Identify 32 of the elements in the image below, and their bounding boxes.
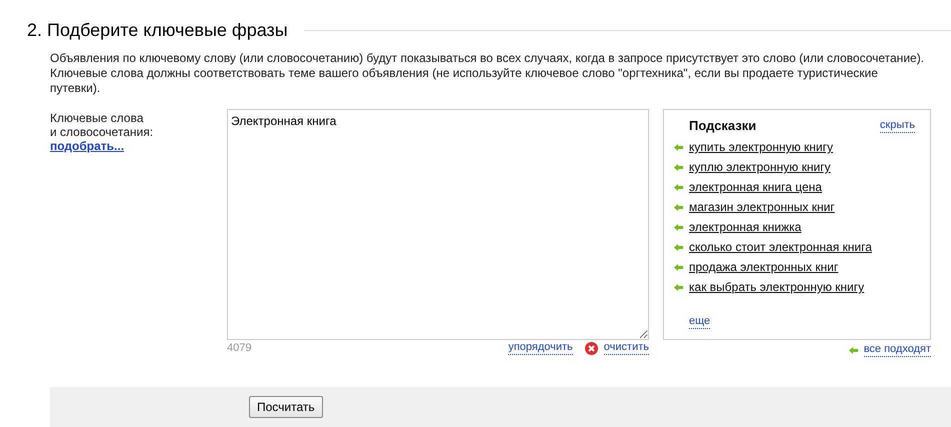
arrow-left-icon[interactable] bbox=[674, 222, 683, 232]
pick-link[interactable]: подобрать... bbox=[50, 139, 124, 153]
field-label: Ключевые слова bbox=[50, 111, 144, 125]
suggestions-title: Подсказки bbox=[689, 118, 756, 133]
accept-all-link[interactable]: все подходят bbox=[864, 343, 931, 357]
calculate-button[interactable]: Посчитать bbox=[249, 396, 323, 418]
suggestion-link[interactable]: электронная книжка bbox=[689, 220, 802, 234]
arrow-left-icon[interactable] bbox=[848, 346, 858, 354]
more-link[interactable]: еще bbox=[689, 315, 710, 329]
character-counter: 4079 bbox=[227, 342, 252, 354]
suggestion-link[interactable]: магазин электронных книг bbox=[689, 200, 835, 214]
arrow-left-icon[interactable] bbox=[674, 142, 683, 152]
suggestion-link[interactable]: электронная книга цена bbox=[689, 180, 822, 194]
hide-link[interactable]: скрыть bbox=[880, 119, 915, 133]
arrow-left-icon[interactable] bbox=[674, 202, 683, 212]
arrow-left-icon[interactable] bbox=[674, 282, 683, 292]
sort-link[interactable]: упорядочить bbox=[508, 341, 573, 355]
suggestion-link[interactable]: продажа электронных книг bbox=[689, 260, 838, 274]
clear-icon[interactable] bbox=[584, 342, 598, 354]
arrow-left-icon[interactable] bbox=[674, 242, 683, 252]
field-label: и словосочетания: bbox=[50, 125, 154, 139]
suggestion-link[interactable]: сколько стоит электронная книга bbox=[689, 240, 872, 254]
description-text: Объявления по ключевому слову (или словосочетанию) будут показываться во всех случаях, когда в запросе присутствует это слово (или словосочетание). Ключевые слова должны соответствовать теме вашего объявления (не используйте ключевое слово "оргтехника", если вы продаете туристические путевки). bbox=[50, 51, 926, 96]
clear-link[interactable]: очистить bbox=[604, 341, 649, 355]
keywords-field[interactable]: Электронная книга bbox=[227, 109, 649, 340]
suggestion-link[interactable]: куплю электронную книгу bbox=[689, 160, 831, 174]
section-title: 2. Подберите ключевые фразы bbox=[27, 20, 288, 41]
arrow-left-icon[interactable] bbox=[674, 182, 683, 192]
suggestion-link[interactable]: купить электронную книгу bbox=[689, 140, 833, 154]
suggestion-link[interactable]: как выбрать электронную книгу bbox=[689, 280, 864, 294]
arrow-left-icon[interactable] bbox=[674, 262, 683, 272]
arrow-left-icon[interactable] bbox=[674, 162, 683, 172]
